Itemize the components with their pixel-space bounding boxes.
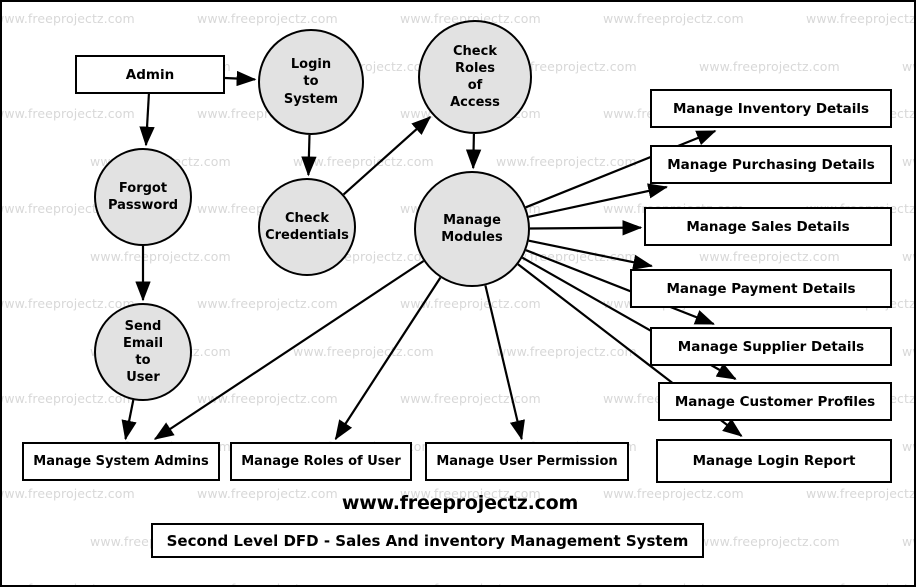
process-box-manage-sales-details[interactable]: Manage Sales Details	[644, 207, 892, 246]
process-box-manage-sales-details-label: Manage Sales Details	[686, 218, 850, 235]
process-box-manage-roles-of-user[interactable]: Manage Roles of User	[230, 442, 412, 481]
process-login-to-system[interactable]: Login to System	[258, 29, 364, 135]
process-box-manage-supplier-details[interactable]: Manage Supplier Details	[650, 327, 892, 366]
process-check-roles-of-access-label: Check Roles of Access	[450, 43, 500, 111]
process-manage-modules-label: Manage Modules	[441, 212, 503, 245]
process-check-roles-of-access[interactable]: Check Roles of Access	[418, 20, 532, 134]
process-send-email-to-user[interactable]: Send Email to User	[94, 303, 192, 401]
process-box-manage-purchasing-details[interactable]: Manage Purchasing Details	[650, 145, 892, 184]
process-box-manage-login-report-label: Manage Login Report	[692, 453, 856, 469]
process-send-email-to-user-label: Send Email to User	[122, 318, 164, 386]
process-forgot-password-label: Forgot Password	[107, 180, 179, 213]
diagram-title-box: Second Level DFD - Sales And inventory M…	[151, 523, 704, 558]
process-box-manage-payment-details-label: Manage Payment Details	[666, 280, 856, 297]
process-box-manage-customer-profiles[interactable]: Manage Customer Profiles	[658, 382, 892, 421]
process-box-manage-user-permission[interactable]: Manage User Permission	[425, 442, 629, 481]
entity-admin-label: Admin	[125, 66, 175, 83]
process-check-credentials[interactable]: Check Credentials	[258, 178, 356, 276]
process-box-manage-system-admins[interactable]: Manage System Admins	[22, 442, 220, 481]
process-box-manage-inventory-details-label: Manage Inventory Details	[672, 100, 870, 117]
process-manage-modules[interactable]: Manage Modules	[414, 171, 530, 287]
dfd-diagram-canvas: www.freeprojectz.com www.freeprojectz.com…	[0, 0, 916, 587]
process-box-manage-customer-profiles-label: Manage Customer Profiles	[674, 393, 876, 410]
process-box-manage-roles-of-user-label: Manage Roles of User	[241, 454, 401, 469]
diagram-title-label: Second Level DFD - Sales And inventory M…	[166, 531, 689, 550]
process-box-manage-user-permission-label: Manage User Permission	[436, 454, 618, 469]
brand-label: www.freeprojectz.com	[341, 492, 579, 514]
process-box-manage-system-admins-label: Manage System Admins	[33, 454, 209, 469]
process-check-credentials-label: Check Credentials	[265, 210, 349, 243]
process-box-manage-payment-details[interactable]: Manage Payment Details	[630, 269, 892, 308]
process-box-manage-supplier-details-label: Manage Supplier Details	[677, 338, 865, 355]
process-forgot-password[interactable]: Forgot Password	[94, 148, 192, 246]
process-box-manage-inventory-details[interactable]: Manage Inventory Details	[650, 89, 892, 128]
process-box-manage-login-report[interactable]: Manage Login Report	[656, 439, 892, 483]
entity-admin[interactable]: Admin	[75, 55, 225, 94]
process-login-to-system-label: Login to System	[283, 57, 339, 107]
process-box-manage-purchasing-details-label: Manage Purchasing Details	[667, 156, 875, 173]
